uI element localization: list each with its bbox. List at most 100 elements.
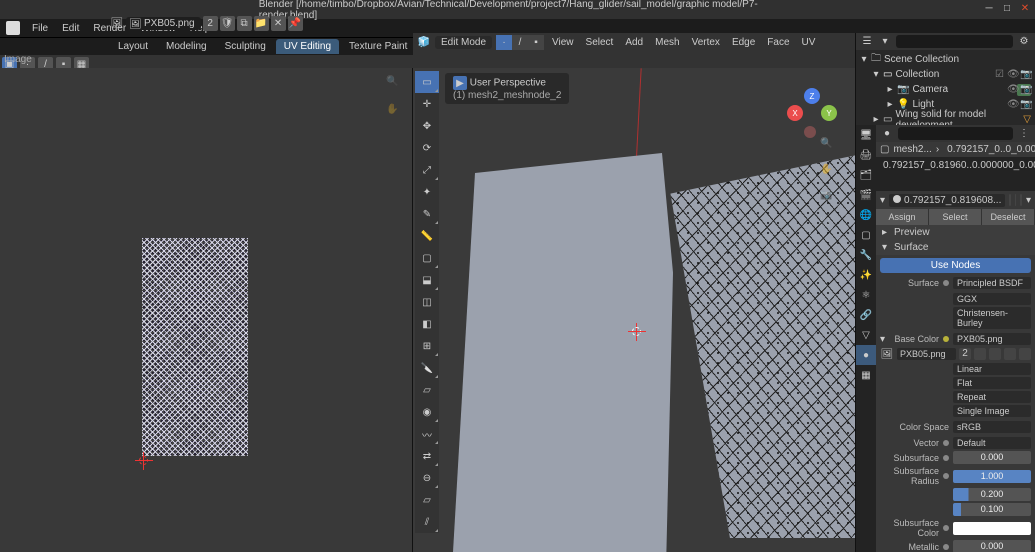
tool-knife[interactable]: 🔪 — [415, 357, 439, 379]
play-icon[interactable]: ▶ — [453, 76, 467, 90]
image-users[interactable]: 2 — [203, 16, 218, 31]
nav-pan-icon[interactable]: ✋ — [820, 164, 840, 184]
props-options-icon[interactable]: ⋮ — [1017, 127, 1031, 141]
cam-eye-icon[interactable]: 👁 — [1007, 84, 1018, 95]
tool-cursor[interactable]: ✛ — [415, 93, 439, 115]
tool-annotate[interactable]: ✎ — [415, 203, 439, 225]
mat-node-icon[interactable]: ▾ — [1026, 193, 1031, 207]
outliner-filter-icon[interactable]: ⚙ — [1017, 35, 1031, 49]
tool-transform[interactable]: ✦ — [415, 181, 439, 203]
tool-polybuild[interactable]: ▱ — [415, 379, 439, 401]
tool-add-cube[interactable]: ▢ — [415, 247, 439, 269]
ssc-socket-icon[interactable] — [943, 525, 949, 531]
ssr3-slider[interactable]: 0.100 — [953, 503, 1031, 516]
interp-dropdown[interactable]: Linear — [953, 363, 1031, 375]
ptab-material[interactable]: ● — [856, 345, 876, 365]
sel-vert[interactable]: · — [496, 35, 512, 50]
deselect-button[interactable]: Deselect — [982, 209, 1035, 225]
ptab-constraint[interactable]: 🔗 — [856, 305, 876, 325]
sel-face[interactable]: ▪ — [528, 35, 544, 50]
tex-open-icon[interactable] — [1004, 348, 1016, 360]
distribution-dropdown[interactable]: GGX — [953, 293, 1031, 305]
vp-menu-view[interactable]: View — [548, 36, 578, 49]
projection-dropdown[interactable]: Flat — [953, 377, 1031, 389]
tool-scale[interactable]: ⤢ — [415, 159, 439, 181]
tool-shear[interactable]: ▱ — [415, 489, 439, 511]
ptab-modifier[interactable]: 🔧 — [856, 245, 876, 265]
tool-select-box[interactable]: ▭ — [415, 71, 439, 93]
ptab-mesh[interactable]: ▽ — [856, 325, 876, 345]
ssr-socket-icon[interactable] — [943, 473, 949, 479]
basecolor-socket-icon[interactable] — [943, 336, 949, 342]
vp-menu-add[interactable]: Add — [621, 36, 647, 49]
col-render-icon[interactable]: 📷 — [1020, 69, 1031, 80]
close-button[interactable]: ✕ — [1019, 2, 1031, 14]
uv-magnify-icon[interactable]: 🔍 — [386, 76, 404, 94]
tool-bevel[interactable]: ◧ — [415, 313, 439, 335]
image-name-field[interactable]: 🖼PXB05.png — [126, 17, 201, 30]
tool-rip[interactable]: ⫽ — [415, 511, 439, 533]
uv-hand-icon[interactable]: ✋ — [386, 104, 404, 122]
tool-smooth[interactable]: 〰 — [415, 423, 439, 445]
colorspace-dropdown[interactable]: sRGB — [953, 421, 1031, 433]
surface-shader-dropdown[interactable]: Principled BSDF — [953, 277, 1031, 289]
props-search[interactable] — [898, 127, 1013, 140]
gizmo-neg-z[interactable] — [804, 126, 816, 138]
props-type-icon[interactable]: ● — [880, 127, 894, 141]
tool-slide[interactable]: ⇄ — [415, 445, 439, 467]
menu-edit[interactable]: Edit — [56, 22, 85, 35]
metallic-slider[interactable]: 0.000 — [953, 540, 1031, 552]
outliner[interactable]: ☰ ▾ ⚙ ▾🗀Scene Collection ▾▭Collection☑👁📷… — [855, 33, 1035, 125]
minimize-button[interactable]: ─ — [983, 2, 995, 14]
material-name-field[interactable]: 0.792157_0.819608... — [889, 194, 1005, 207]
tool-rotate[interactable]: ⟳ — [415, 137, 439, 159]
outliner-display-icon[interactable]: ▾ — [878, 35, 892, 49]
subsurface-slider[interactable]: 0.000 — [953, 451, 1031, 464]
maximize-button[interactable]: □ — [1001, 2, 1013, 14]
basecolor-texture[interactable]: PXB05.png — [953, 333, 1031, 345]
use-nodes-button[interactable]: Use Nodes — [880, 258, 1031, 273]
mat-dup-icon[interactable] — [1015, 194, 1017, 206]
select-button[interactable]: Select — [929, 209, 982, 225]
vp-menu-mesh[interactable]: Mesh — [651, 36, 683, 49]
vp-menu-edge[interactable]: Edge — [728, 36, 759, 49]
extension-dropdown[interactable]: Repeat — [953, 391, 1031, 403]
material-slot[interactable]: 0.792157_0.81960..0.000000_0.000000 — [876, 157, 1035, 173]
tex-name-field[interactable]: PXB05.png — [897, 348, 956, 360]
col-eye-icon[interactable]: 👁 — [1007, 69, 1018, 80]
outliner-search[interactable] — [896, 35, 1013, 48]
surface-socket-icon[interactable] — [943, 280, 949, 286]
tool-move[interactable]: ✥ — [415, 115, 439, 137]
vp-menu-select[interactable]: Select — [582, 36, 618, 49]
uv-unwrap-display[interactable] — [142, 238, 248, 456]
outliner-camera[interactable]: ▸📷Camera👁📷 — [856, 82, 1035, 97]
ptab-physics[interactable]: ⚛ — [856, 285, 876, 305]
source-dropdown[interactable]: Single Image — [953, 405, 1031, 417]
met-socket-icon[interactable] — [943, 544, 949, 550]
sel-edge[interactable]: / — [512, 35, 528, 50]
tex-fake-icon[interactable] — [974, 348, 986, 360]
ssr2-slider[interactable]: 0.200 — [953, 488, 1031, 501]
image-open-icon[interactable]: 📁 — [254, 16, 269, 31]
sss-method-dropdown[interactable]: Christensen-Burley — [953, 307, 1031, 329]
mode-selector[interactable]: Edit Mode — [435, 36, 492, 49]
image-fake-user[interactable]: 🛡 — [220, 16, 235, 31]
tool-shrink[interactable]: ⊖ — [415, 467, 439, 489]
ss-socket-icon[interactable] — [943, 455, 949, 461]
bc-mat[interactable]: 0.792157_0..0_0.000000 — [947, 144, 1035, 155]
tex-unlink-icon[interactable] — [1019, 348, 1031, 360]
tab-modeling[interactable]: Modeling — [158, 39, 215, 54]
tool-inset[interactable]: ◫ — [415, 291, 439, 313]
bc-obj[interactable]: mesh2... — [893, 144, 931, 155]
tab-texture-paint[interactable]: Texture Paint — [341, 39, 415, 54]
outliner-collection[interactable]: ▾▭Collection☑👁📷 — [856, 67, 1035, 82]
tool-measure[interactable]: 📏 — [415, 225, 439, 247]
mat-new-icon[interactable] — [1009, 194, 1011, 206]
ptab-viewlayer[interactable]: 🗂 — [856, 165, 876, 185]
editor-type-icon[interactable]: 🧊 — [417, 35, 431, 49]
tool-loopcut[interactable]: ⊞ — [415, 335, 439, 357]
panel-preview[interactable]: ▸Preview — [876, 225, 1035, 240]
vector-socket-icon[interactable] — [943, 440, 949, 446]
ptab-object[interactable]: ▢ — [856, 225, 876, 245]
3d-viewport[interactable]: 🧊 Edit Mode · / ▪ View Select Add Mesh V… — [413, 68, 1035, 552]
